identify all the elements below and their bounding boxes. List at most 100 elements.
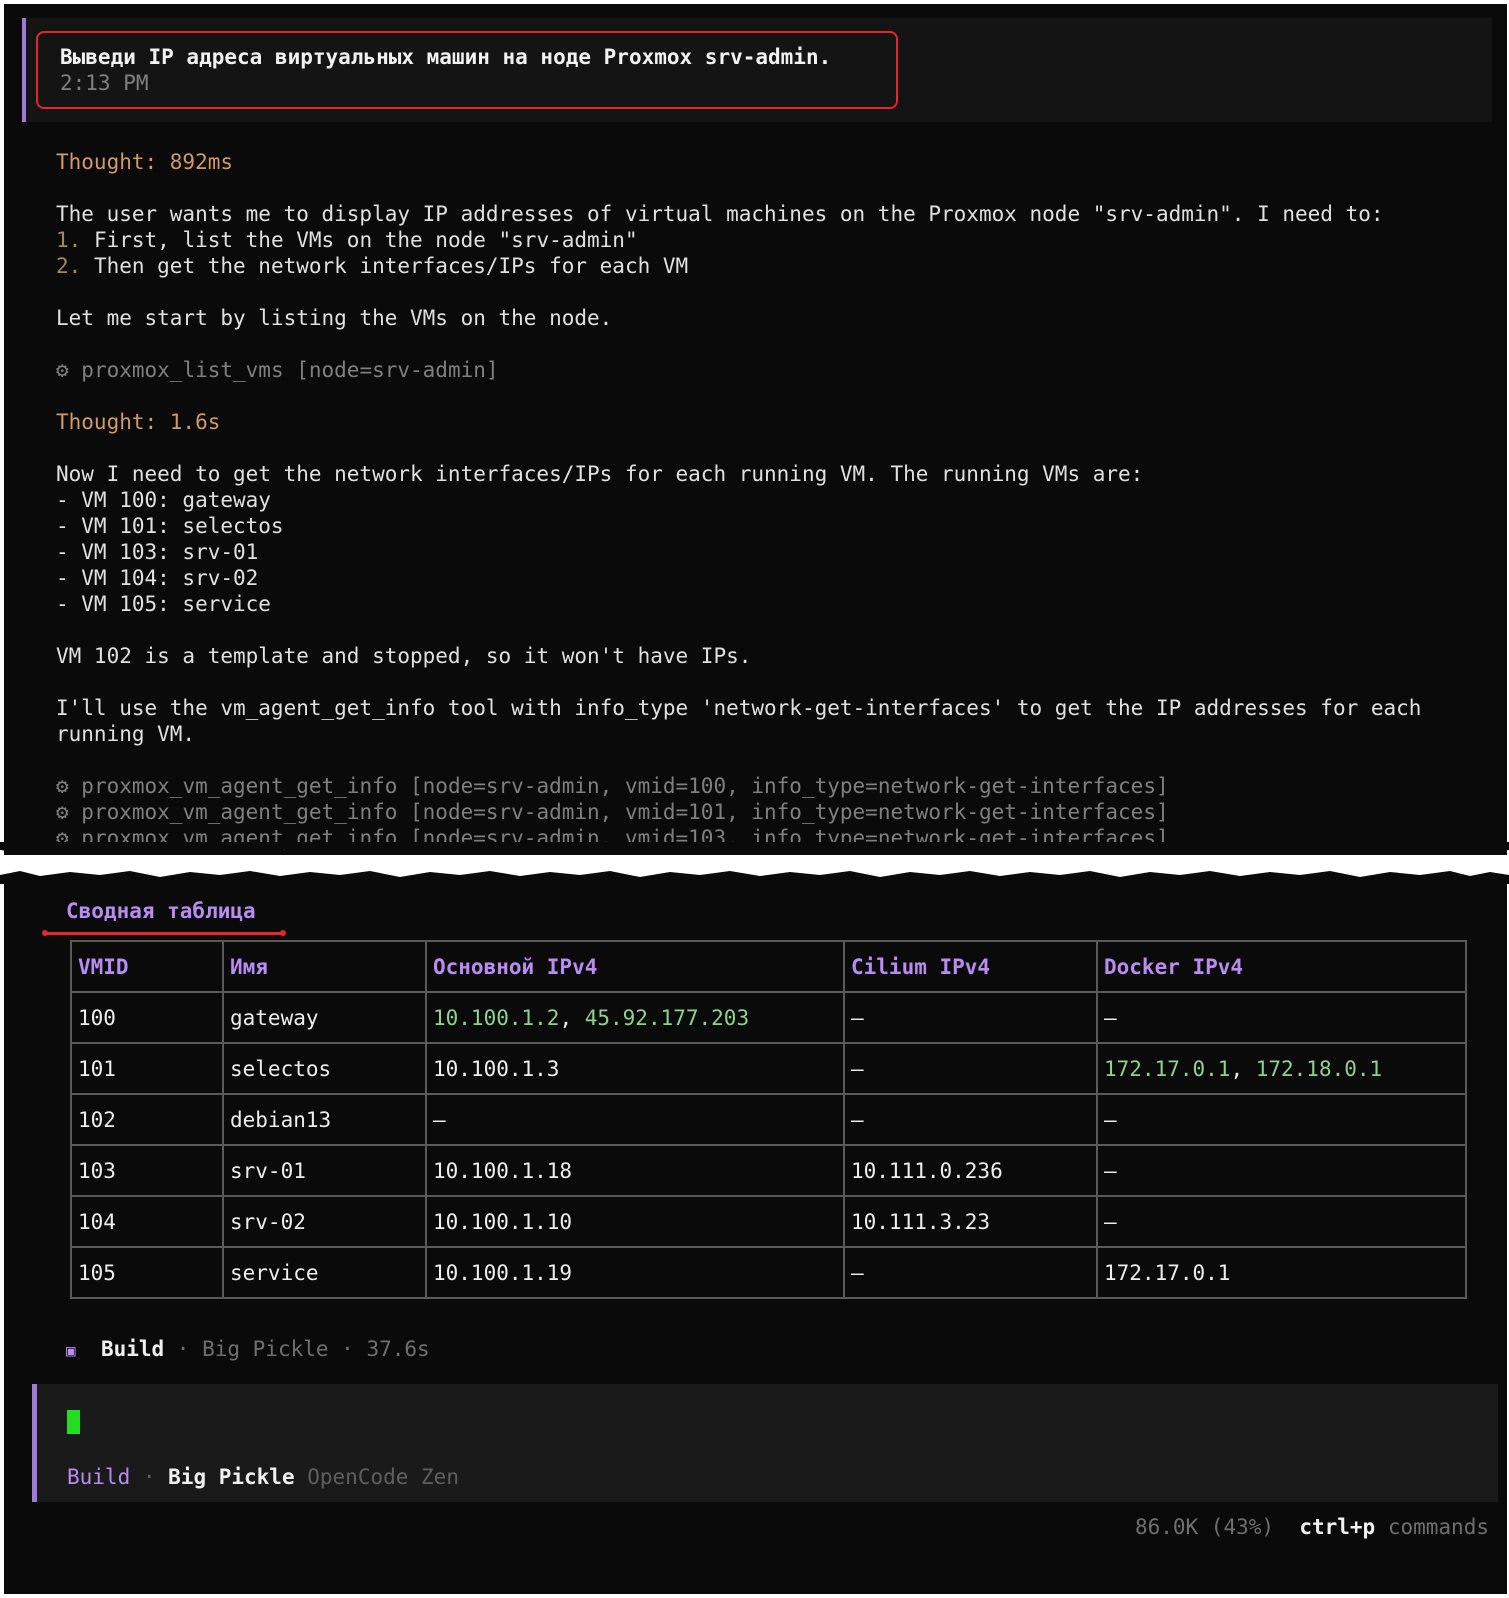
ip-separator: , [1230,1056,1256,1081]
thought-duration: Thought: 892ms [56,150,234,174]
cell-cilium-ipv4: 10.111.0.236 [843,1144,1098,1197]
gear-icon: ⚙ [56,774,69,798]
table-row: 101 selectos 10.100.1.3 — 172.17.0.1, 17… [70,1042,1467,1095]
reasoning-text: Now I need to get the network interfaces… [56,462,1144,486]
column-header: Cilium IPv4 [843,940,1098,993]
cell-vmid: 104 [70,1195,224,1248]
cell-cilium-ipv4: — [843,991,1098,1044]
provider-label: OpenCode Zen [307,1465,459,1489]
footer-bar: 86.0K (43%) ctrl+p commands [1135,1514,1489,1540]
column-header: Основной IPv4 [425,940,845,993]
gear-icon: ⚙ [56,358,69,382]
cell-docker-ipv4: — [1096,991,1467,1044]
list-text: Then get the network interfaces/IPs for … [81,254,689,278]
user-message-text: Выведи IP адреса виртуальных машин на но… [60,45,832,69]
tool-call-text: proxmox_list_vms [node=srv-admin] [68,358,499,382]
user-message-highlight: Выведи IP адреса виртуальных машин на но… [36,31,898,109]
table-header-row: VMID Имя Основной IPv4 Cilium IPv4 Docke… [70,940,1467,993]
tool-call-text: proxmox_vm_agent_get_info [node=srv-admi… [68,774,1169,798]
cell-main-ipv4: 10.100.1.3 [425,1042,845,1095]
ip-address: 172.18.0.1 [1255,1056,1383,1081]
cell-vmid: 102 [70,1093,224,1146]
torn-edge [0,842,1509,854]
list-item: 2. Then get the network interfaces/IPs f… [56,253,1486,279]
cell-docker-ipv4: — [1096,1093,1467,1146]
cell-name: srv-01 [222,1144,427,1197]
cell-cilium-ipv4: — [843,1093,1098,1146]
reasoning-text: VM 102 is a template and stopped, so it … [56,644,752,668]
cell-docker-ipv4: 172.17.0.1, 172.18.0.1 [1096,1042,1467,1095]
table-row: 104 srv-02 10.100.1.10 10.111.3.23 — [70,1195,1467,1248]
summary-title: Сводная таблица [66,899,256,923]
ip-address: 172.17.0.1 [1104,1056,1231,1081]
reasoning-text: The user wants me to display IP addresse… [56,202,1384,226]
user-message-time: 2:13 PM [60,71,149,95]
build-square-icon: ▣ [66,1341,76,1360]
cell-docker-ipv4: — [1096,1195,1467,1248]
cell-main-ipv4: 10.100.1.2, 45.92.177.203 [425,991,845,1044]
gear-icon: ⚙ [56,800,69,824]
column-header: VMID [70,940,224,993]
table-row: 102 debian13 — — — [70,1093,1467,1146]
list-number: 1. [56,228,82,252]
column-header: Docker IPv4 [1096,940,1467,993]
cell-vmid: 100 [70,991,224,1044]
mode-selector[interactable]: Build [67,1465,130,1489]
agent-status-line: ▣ Build · Big Pickle · 37.6s [66,1336,430,1364]
tool-call[interactable]: ⚙ proxmox_vm_agent_get_info [node=srv-ad… [56,773,1486,799]
reasoning-text: Let me start by listing the VMs on the n… [56,306,613,330]
status-mode: Build [100,1337,165,1361]
tool-call-text: proxmox_vm_agent_get_info [node=srv-admi… [68,800,1169,824]
cell-docker-ipv4: — [1096,1144,1467,1197]
text-cursor [67,1410,80,1434]
prompt-mode-bar: Build · Big Pickle OpenCode Zen [67,1464,459,1490]
cell-name: srv-02 [222,1195,427,1248]
cell-main-ipv4: — [425,1093,845,1146]
cell-main-ipv4: 10.100.1.18 [425,1144,845,1197]
summary-panel: Сводная таблица VMID Имя Основной IPv4 C… [4,880,1507,1594]
status-model: Big Pickle [202,1337,329,1361]
cell-vmid: 105 [70,1246,224,1299]
cell-name: debian13 [222,1093,427,1146]
status-duration: 37.6s [366,1337,430,1361]
title-underline [42,930,286,936]
cell-cilium-ipv4: 10.111.3.23 [843,1195,1098,1248]
model-selector[interactable]: Big Pickle [168,1465,294,1489]
tool-call[interactable]: ⚙ proxmox_list_vms [node=srv-admin] [56,357,1486,383]
ip-address: 45.92.177.203 [584,1005,750,1030]
ip-address: 10.100.1.2 [433,1005,560,1030]
list-item: - VM 104: srv-02 [56,566,259,590]
conversation-panel: Выведи IP адреса виртуальных машин на но… [4,4,1507,855]
list-item: - VM 100: gateway [56,488,271,512]
cell-vmid: 103 [70,1144,224,1197]
token-usage: 86.0K (43%) [1134,1515,1275,1539]
list-number: 2. [56,254,82,278]
cell-main-ipv4: 10.100.1.19 [425,1246,845,1299]
list-item: - VM 103: srv-01 [56,540,259,564]
table-row: 100 gateway 10.100.1.2, 45.92.177.203 — … [70,991,1467,1044]
cell-cilium-ipv4: — [843,1042,1098,1095]
cell-vmid: 101 [70,1042,224,1095]
prompt-input[interactable]: Build · Big Pickle OpenCode Zen [32,1384,1498,1502]
reasoning-text: running VM. [56,722,196,746]
tool-call[interactable]: ⚙ proxmox_vm_agent_get_info [node=srv-ad… [56,799,1486,825]
cell-docker-ipv4: 172.17.0.1 [1096,1246,1467,1299]
column-header: Имя [222,940,427,993]
list-item: - VM 101: selectos [56,514,284,538]
status-separator: · [328,1337,367,1361]
summary-table: VMID Имя Основной IPv4 Cilium IPv4 Docke… [70,940,1467,1299]
ip-separator: , [559,1005,585,1030]
cell-name: gateway [222,991,427,1044]
cell-name: service [222,1246,427,1299]
assistant-transcript: Thought: 892ms The user wants me to disp… [56,149,1486,851]
cell-name: selectos [222,1042,427,1095]
list-text: First, list the VMs on the node "srv-adm… [81,228,638,252]
table-row: 105 service 10.100.1.19 — 172.17.0.1 [70,1246,1467,1299]
cell-main-ipv4: 10.100.1.10 [425,1195,845,1248]
list-item: - VM 105: service [56,592,271,616]
thought-duration: Thought: 1.6s [56,410,221,434]
table-row: 103 srv-01 10.100.1.18 10.111.0.236 — [70,1144,1467,1197]
commands-shortcut[interactable]: ctrl+p [1299,1515,1375,1539]
cell-cilium-ipv4: — [843,1246,1098,1299]
reasoning-text: I'll use the vm_agent_get_info tool with… [56,696,1422,720]
